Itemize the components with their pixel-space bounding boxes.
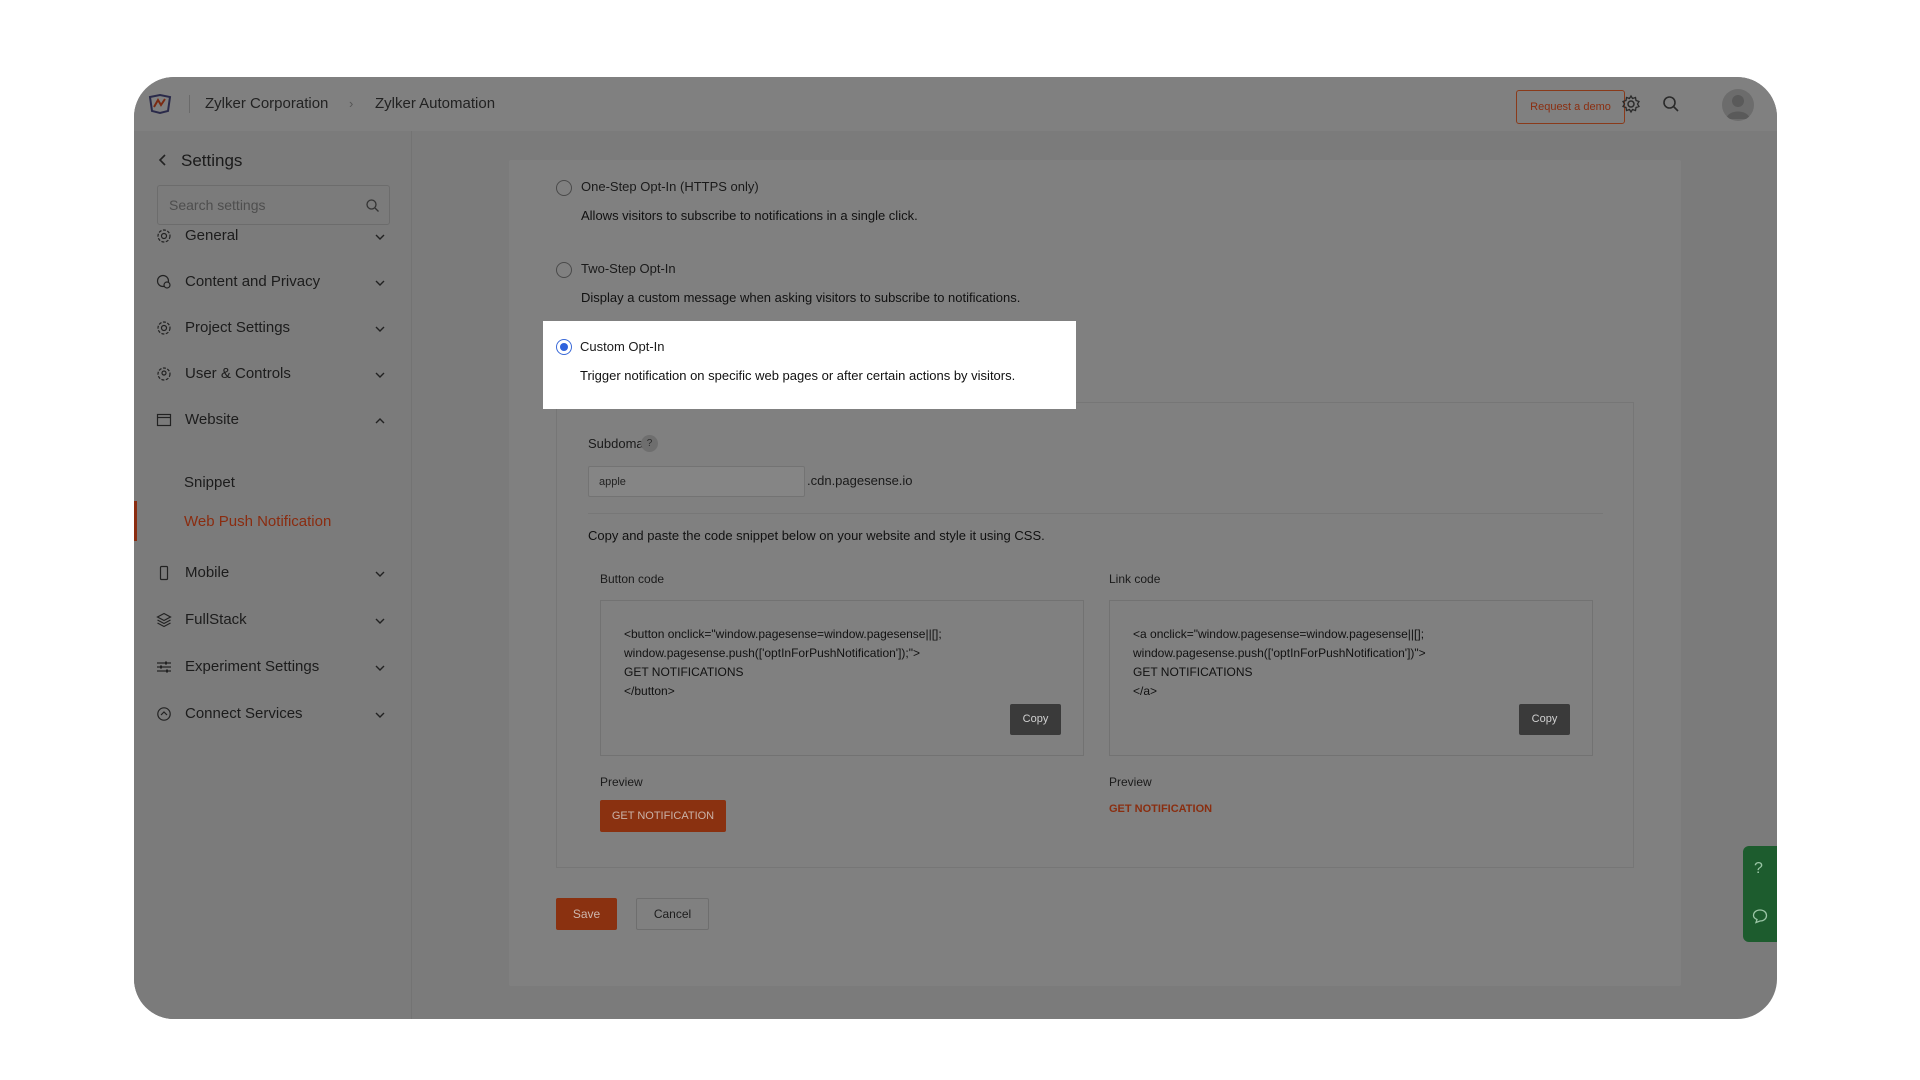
divider	[588, 513, 1603, 514]
sidebar-subitem-snippet[interactable]: Snippet	[184, 474, 235, 491]
sidebar-item-label: Mobile	[185, 564, 230, 581]
option-description: Allows visitors to subscribe to notifica…	[581, 208, 918, 223]
sidebar-item-label: FullStack	[185, 611, 247, 628]
request-demo-button[interactable]: Request a demo	[1516, 90, 1625, 124]
search-icon[interactable]	[365, 198, 380, 213]
custom-optin-panel: Subdomain ? .cdn.pagesense.io Copy and p…	[556, 402, 1634, 868]
help-widget[interactable]: ?	[1743, 846, 1777, 942]
button-code-label: Button code	[600, 572, 665, 586]
sidebar-item-project-settings[interactable]: Project Settings	[134, 310, 404, 346]
privacy-icon	[156, 274, 171, 289]
chevron-down-icon	[375, 571, 385, 577]
settings-sidebar: Settings General Content and Privacy Pro…	[134, 131, 412, 1019]
option-title: Custom Opt-In	[580, 339, 665, 354]
gear-icon	[157, 321, 171, 335]
button-code-snippet: <button onclick="window.pagesense=window…	[624, 627, 942, 698]
web-push-settings-card: One-Step Opt-In (HTTPS only) Allows visi…	[509, 160, 1681, 986]
app-logo-icon[interactable]	[148, 93, 172, 115]
save-button[interactable]: Save	[556, 898, 617, 930]
user-gear-icon	[157, 367, 171, 381]
user-avatar-icon	[1726, 95, 1750, 119]
preview-notification-link[interactable]: GET NOTIFICATION	[1109, 803, 1212, 815]
cancel-button[interactable]: Cancel	[636, 898, 709, 930]
link-code-box[interactable]: <a onclick="window.pagesense=window.page…	[1109, 600, 1593, 756]
preview-notification-button[interactable]: GET NOTIFICATION	[600, 800, 726, 832]
gear-icon[interactable]	[1621, 94, 1641, 114]
browser-icon	[156, 413, 172, 427]
sidebar-subitem-web-push[interactable]: Web Push Notification	[184, 513, 331, 530]
search-icon[interactable]	[1661, 94, 1681, 114]
link-code-label: Link code	[1109, 572, 1161, 586]
active-indicator	[134, 501, 137, 541]
connect-icon	[157, 707, 171, 721]
button-code-box[interactable]: <button onclick="window.pagesense=window…	[600, 600, 1084, 756]
sidebar-item-label: Project Settings	[185, 319, 291, 336]
sidebar-item-connect-services[interactable]: Connect Services	[134, 696, 404, 732]
option-title: One-Step Opt-In (HTTPS only)	[581, 179, 759, 194]
breadcrumb-org[interactable]: Zylker Corporation	[205, 95, 328, 112]
one-step-radio[interactable]	[556, 180, 572, 196]
chevron-down-icon	[375, 618, 385, 624]
chevron-down-icon	[375, 372, 385, 378]
option-title: Two-Step Opt-In	[581, 261, 676, 276]
sidebar-item-label: Website	[185, 411, 239, 428]
sidebar-item-label: Connect Services	[185, 705, 303, 722]
subdomain-field[interactable]	[588, 466, 805, 497]
help-question-icon[interactable]: ?	[1754, 860, 1763, 878]
sidebar-item-mobile[interactable]: Mobile	[134, 555, 404, 591]
chevron-down-icon	[375, 665, 385, 671]
sidebar-item-label: General	[185, 227, 239, 244]
sidebar-item-label: Content and Privacy	[185, 273, 321, 290]
two-step-radio[interactable]	[556, 262, 572, 278]
custom-optin-radio[interactable]	[556, 339, 572, 355]
sidebar-item-experiment-settings[interactable]: Experiment Settings	[134, 649, 404, 685]
sidebar-item-label: User & Controls	[185, 365, 291, 382]
breadcrumb-project[interactable]: Zylker Automation	[375, 95, 495, 112]
app-window: Zylker Corporation › Zylker Automation R…	[134, 77, 1777, 1019]
sidebar-item-user-controls[interactable]: User & Controls	[134, 356, 404, 392]
back-arrow-icon[interactable]	[156, 153, 170, 167]
sliders-icon	[157, 661, 171, 673]
sidebar-item-label: Experiment Settings	[185, 658, 320, 675]
copy-instructions: Copy and paste the code snippet below on…	[588, 528, 1045, 543]
sidebar-item-website[interactable]: Website	[134, 402, 404, 438]
chat-icon[interactable]	[1752, 908, 1768, 924]
sidebar-title: Settings	[181, 151, 243, 170]
option-description: Trigger notification on specific web pag…	[580, 368, 1016, 383]
layers-icon	[156, 612, 172, 628]
chevron-down-icon	[375, 712, 385, 718]
breadcrumb-separator: ›	[349, 96, 354, 111]
custom-optin-option[interactable]: Custom Opt-In Trigger notification on sp…	[543, 321, 1076, 409]
chevron-down-icon	[375, 280, 385, 286]
copy-button-code-button[interactable]: Copy	[1010, 704, 1061, 735]
help-icon[interactable]: ?	[641, 435, 658, 452]
sidebar-item-general[interactable]: General	[134, 218, 404, 254]
sidebar-item-content-privacy[interactable]: Content and Privacy	[134, 264, 404, 300]
topbar-divider	[189, 95, 190, 113]
preview-label: Preview	[1109, 775, 1152, 789]
avatar[interactable]	[1722, 89, 1754, 121]
subdomain-input[interactable]	[589, 467, 804, 496]
option-description: Display a custom message when asking vis…	[581, 290, 1021, 305]
sidebar-item-fullstack[interactable]: FullStack	[134, 602, 404, 638]
preview-label: Preview	[600, 775, 643, 789]
top-bar: Zylker Corporation › Zylker Automation R…	[134, 77, 1777, 131]
gear-icon	[157, 229, 171, 243]
chevron-down-icon	[375, 234, 385, 240]
mobile-icon	[159, 565, 169, 581]
chevron-up-icon	[375, 418, 385, 424]
chevron-down-icon	[375, 326, 385, 332]
link-code-snippet: <a onclick="window.pagesense=window.page…	[1133, 627, 1426, 698]
subdomain-suffix: .cdn.pagesense.io	[807, 473, 913, 488]
copy-link-code-button[interactable]: Copy	[1519, 704, 1570, 735]
